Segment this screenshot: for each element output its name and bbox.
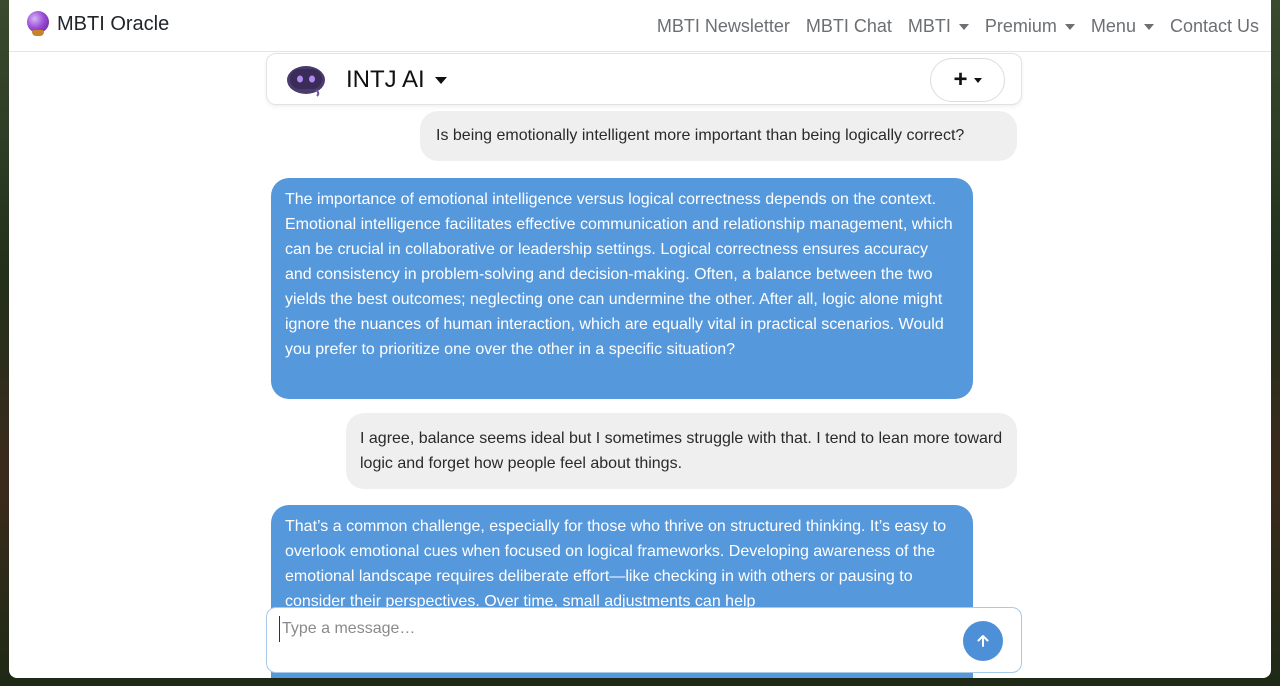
caret-down-icon (434, 76, 447, 84)
nav-dropdown-mbti[interactable]: MBTI (908, 16, 969, 37)
crystal-ball-icon (26, 11, 50, 37)
nav-dropdown-menu[interactable]: Menu (1091, 16, 1154, 37)
new-chat-button[interactable]: + (930, 58, 1005, 102)
bot-selector[interactable]: INTJ AI (346, 66, 447, 94)
top-navbar: MBTI Oracle MBTI Newsletter MBTI Chat MB… (9, 0, 1271, 52)
message-bot-1: The importance of emotional intelligence… (271, 178, 973, 399)
brand[interactable]: MBTI Oracle (26, 11, 169, 37)
message-composer (266, 607, 1022, 673)
caret-down-icon (1064, 23, 1075, 30)
send-button[interactable] (963, 621, 1003, 661)
nav-link-newsletter[interactable]: MBTI Newsletter (657, 16, 790, 37)
message-input[interactable] (279, 616, 959, 642)
message-user-2: I agree, balance seems ideal but I somet… (346, 413, 1017, 489)
robot-avatar-icon (287, 66, 325, 97)
chat-header: INTJ AI + (266, 53, 1022, 105)
message-user-1: Is being emotionally intelligent more im… (420, 111, 1017, 161)
nav-link-chat[interactable]: MBTI Chat (806, 16, 892, 37)
caret-down-icon (1143, 23, 1154, 30)
app-window: Is being emotionally intelligent more im… (9, 0, 1271, 678)
nav-dropdown-premium[interactable]: Premium (985, 16, 1075, 37)
arrow-up-icon (977, 635, 989, 647)
nav-links: MBTI Newsletter MBTI Chat MBTI Premium M… (657, 16, 1271, 37)
nav-link-contact[interactable]: Contact Us (1170, 16, 1259, 37)
brand-name: MBTI Oracle (57, 12, 170, 35)
caret-down-icon (973, 77, 982, 83)
caret-down-icon (958, 23, 969, 30)
